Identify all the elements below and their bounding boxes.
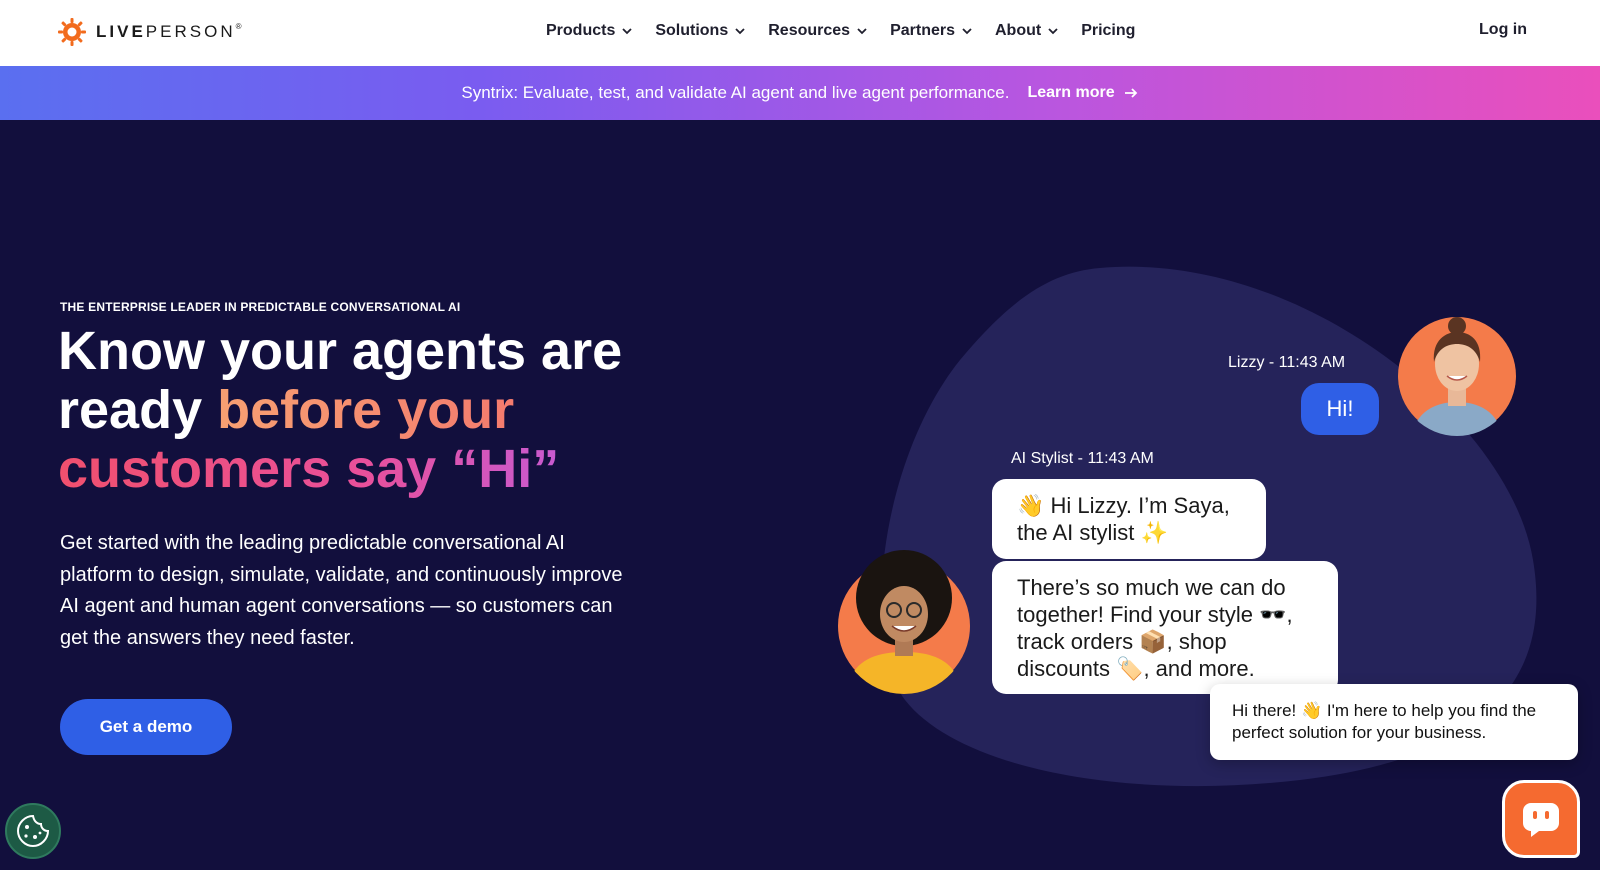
lizzy-portrait-icon [1398, 317, 1516, 436]
headline-part-pink: customers say “Hi” [58, 439, 560, 499]
get-a-demo-button[interactable]: Get a demo [60, 699, 232, 755]
lizzy-avatar [1398, 310, 1516, 436]
user-message-bubble: Hi! [1301, 383, 1379, 435]
bot-message-bubble-2: There’s so much we can do together! Find… [992, 561, 1338, 694]
user-message-meta: Lizzy - 11:43 AM [1228, 354, 1346, 371]
hero-headline: Know your agents are ready before your cu… [58, 322, 678, 499]
chat-launcher-button[interactable] [1502, 780, 1580, 858]
cookie-settings-button[interactable] [5, 803, 61, 859]
bot-message-bubble-1: 👋 Hi Lizzy. I’m Saya, the AI stylist ✨ [992, 479, 1266, 559]
headline-part-orange: before your [217, 380, 515, 440]
cookie-icon [16, 814, 50, 848]
stylist-portrait-icon [838, 550, 970, 694]
hero-eyebrow: THE ENTERPRISE LEADER IN PREDICTABLE CON… [60, 300, 461, 314]
chat-widget-popup[interactable]: Hi there! 👋 I'm here to help you find th… [1210, 684, 1578, 760]
hero-subtext: Get started with the leading predictable… [60, 532, 623, 649]
chatbot-icon [1523, 803, 1559, 837]
bot-message-meta: AI Stylist - 11:43 AM [1011, 450, 1154, 467]
ai-stylist-avatar [836, 548, 972, 694]
